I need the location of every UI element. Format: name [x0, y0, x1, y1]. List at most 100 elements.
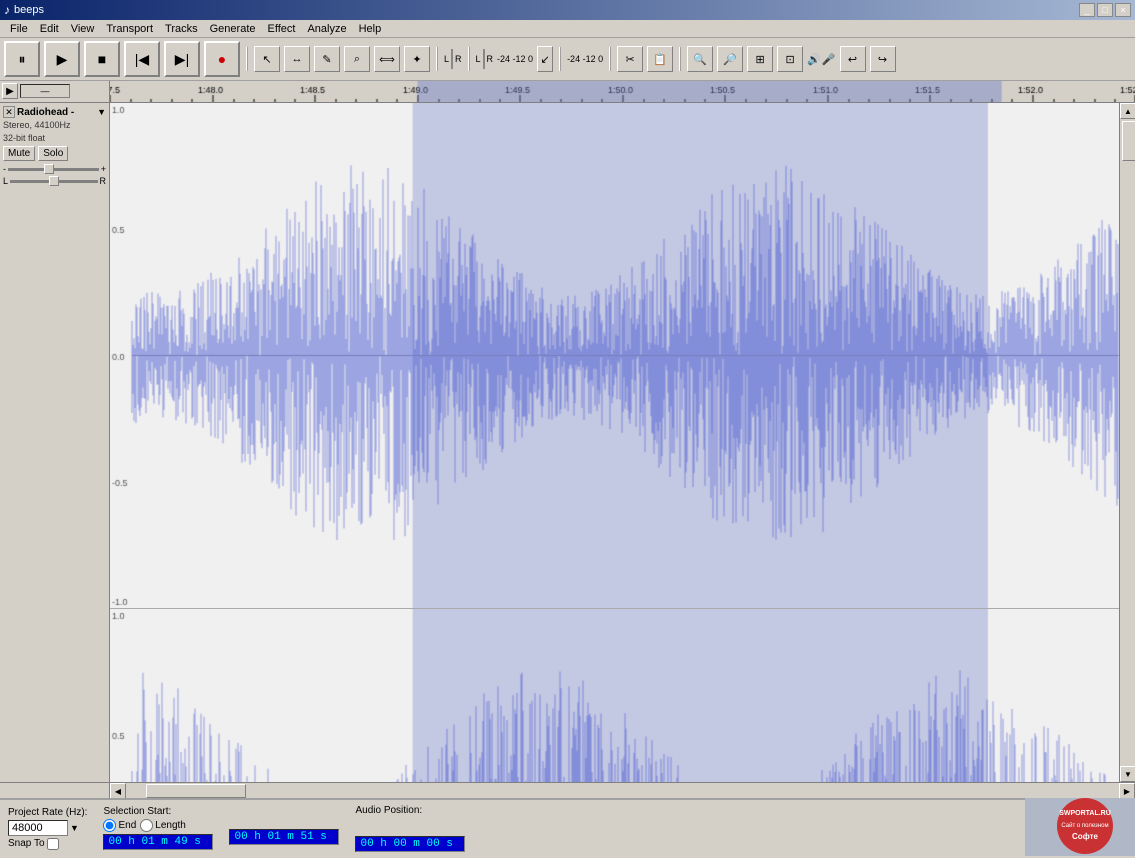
redo-btn[interactable]: ↪	[870, 46, 896, 72]
cut-tool[interactable]: ✂	[617, 46, 643, 72]
menu-item-view[interactable]: View	[65, 22, 101, 36]
ruler-ticks[interactable]	[110, 81, 1135, 102]
zoom-out-btn[interactable]: 🔎	[717, 46, 743, 72]
zoom-in-btn[interactable]: 🔍	[687, 46, 713, 72]
titlebar: ♪ beeps _ □ ×	[0, 0, 1135, 20]
snap-checkbox[interactable]	[47, 838, 59, 850]
menu-item-generate[interactable]: Generate	[204, 22, 262, 36]
waveform-channel-1a	[110, 103, 1119, 609]
prev-button[interactable]: |◀	[124, 41, 160, 77]
statusbar: Project Rate (Hz): 48000 ▼ Snap To Selec…	[0, 798, 1135, 856]
zoom-tool[interactable]: ⌕	[344, 46, 370, 72]
menu-item-edit[interactable]: Edit	[34, 22, 65, 36]
track-buttons-1: Mute Solo	[3, 146, 106, 161]
separator2	[436, 47, 438, 71]
track-label-1: ✕ Radiohead - ▼ Stereo, 44100Hz 32-bit f…	[0, 103, 110, 782]
hscroll-corner	[0, 783, 110, 798]
timeshift-tool[interactable]: ⟺	[374, 46, 400, 72]
zoom-fit-btn[interactable]: ⊞	[747, 46, 773, 72]
hscroll-left-btn[interactable]: ◀	[110, 783, 126, 798]
hscroll-thumb[interactable]	[146, 784, 246, 798]
project-rate-label: Project Rate (Hz):	[8, 807, 87, 818]
solo-btn-1[interactable]: Solo	[38, 146, 68, 161]
mute-btn-1[interactable]: Mute	[3, 146, 35, 161]
project-rate-dropdown[interactable]: ▼	[70, 823, 79, 833]
play-button[interactable]: ▶	[44, 41, 80, 77]
stop-button[interactable]: ■	[84, 41, 120, 77]
menu-item-effect[interactable]: Effect	[262, 22, 302, 36]
pan-thumb-1[interactable]	[49, 176, 59, 186]
close-button[interactable]: ×	[1115, 3, 1131, 17]
snap-to-row: Snap To	[8, 838, 87, 850]
input-level-area: L R	[444, 49, 462, 69]
pan-left-1: L	[3, 176, 8, 186]
menubar: FileEditViewTransportTracksGenerateEffec…	[0, 20, 1135, 38]
watermark: SWPORTAL.RU Сайт о полезном Софте	[1025, 798, 1135, 856]
snap-to-label: Snap To	[8, 838, 45, 849]
project-rate-group: Project Rate (Hz): 48000 ▼ Snap To	[8, 807, 87, 850]
project-rate-input[interactable]: 48000	[8, 820, 68, 836]
next-button[interactable]: ▶|	[164, 41, 200, 77]
separator4	[559, 47, 561, 71]
end-radio[interactable]	[103, 819, 116, 832]
menu-item-tracks[interactable]: Tracks	[159, 22, 204, 36]
envelope-tool[interactable]: ↔	[284, 46, 310, 72]
cursor-pos-display: —	[20, 84, 70, 98]
mic-icon: 🎤	[822, 53, 836, 66]
draw-tool[interactable]: ✎	[314, 46, 340, 72]
selection-group: Selection Start: End Length 00 h 01 m 49…	[103, 806, 213, 850]
scale-down-btn[interactable]: ↙	[537, 46, 553, 72]
project-rate-row: 48000 ▼	[8, 820, 87, 836]
minimize-button[interactable]: _	[1079, 3, 1095, 17]
multi-tool[interactable]: ✦	[404, 46, 430, 72]
track-dropdown-1[interactable]: ▼	[97, 107, 106, 117]
watermark-circle: SWPORTAL.RU Сайт о полезном Софте	[1050, 797, 1110, 857]
pan-track-1	[10, 180, 97, 183]
audio-position-value[interactable]: 00 h 00 m 00 s	[355, 836, 465, 852]
paste-tool[interactable]: 📋	[647, 46, 673, 72]
cursor-btn[interactable]: ▶	[2, 83, 18, 99]
menu-item-transport[interactable]: Transport	[100, 22, 159, 36]
vscroll-thumb[interactable]	[1122, 121, 1135, 161]
track-info-1: Stereo, 44100Hz 32-bit float	[3, 119, 106, 144]
selection-end-group: 00 h 01 m 51 s	[229, 829, 339, 845]
lr-out-right: R	[487, 54, 494, 64]
transport-toolbar: ⏸ ▶ ■ |◀ ▶| ● ↖ ↔ ✎ ⌕ ⟺ ✦ L R L R -24 -1…	[0, 38, 1135, 81]
main-area: ▶ — ✕ Radiohead - ▼ Stereo,	[0, 81, 1135, 798]
selection-end-value[interactable]: 00 h 01 m 51 s	[229, 829, 339, 845]
end-length-row: End Length	[103, 819, 213, 832]
svg-text:SWPORTAL.RU: SWPORTAL.RU	[1059, 810, 1111, 817]
end-label: End	[118, 820, 136, 831]
track-close-1[interactable]: ✕	[3, 106, 15, 118]
menu-item-help[interactable]: Help	[353, 22, 388, 36]
out-level-line	[483, 49, 485, 69]
hscroll-right-btn[interactable]: ▶	[1119, 783, 1135, 798]
output-level-area: L R	[476, 49, 494, 69]
length-label: Length	[155, 820, 186, 831]
app-title: beeps	[14, 4, 44, 16]
vscroll-up-btn[interactable]: ▲	[1120, 103, 1135, 119]
menu-item-analyze[interactable]: Analyze	[301, 22, 352, 36]
pan-slider-1: L R	[3, 176, 106, 186]
length-radio[interactable]	[140, 819, 153, 832]
separator3	[468, 47, 470, 71]
gain-thumb-1[interactable]	[44, 164, 54, 174]
pause-button[interactable]: ⏸	[4, 41, 40, 77]
selection-start-value[interactable]: 00 h 01 m 49 s	[103, 834, 213, 850]
record-button[interactable]: ●	[204, 41, 240, 77]
menu-item-file[interactable]: File	[4, 22, 34, 36]
maximize-button[interactable]: □	[1097, 3, 1113, 17]
vscroll-track	[1120, 119, 1135, 766]
play-cursor-area: ▶ —	[0, 81, 109, 101]
ruler-row: ▶ —	[0, 81, 1135, 103]
ruler-corner: ▶ —	[0, 81, 110, 102]
vscroll-down-btn[interactable]: ▼	[1120, 766, 1135, 782]
zoom-sel-btn[interactable]: ⊡	[777, 46, 803, 72]
lr-left-label: L	[444, 54, 449, 64]
app-icon: ♪	[4, 3, 10, 17]
waveform-area-1[interactable]: ▲	[110, 103, 1119, 782]
selection-tool[interactable]: ↖	[254, 46, 280, 72]
tracks-area: ✕ Radiohead - ▼ Stereo, 44100Hz 32-bit f…	[0, 103, 1135, 782]
undo-btn[interactable]: ↩	[840, 46, 866, 72]
scale-neg24: -24 -12 0	[497, 54, 533, 64]
